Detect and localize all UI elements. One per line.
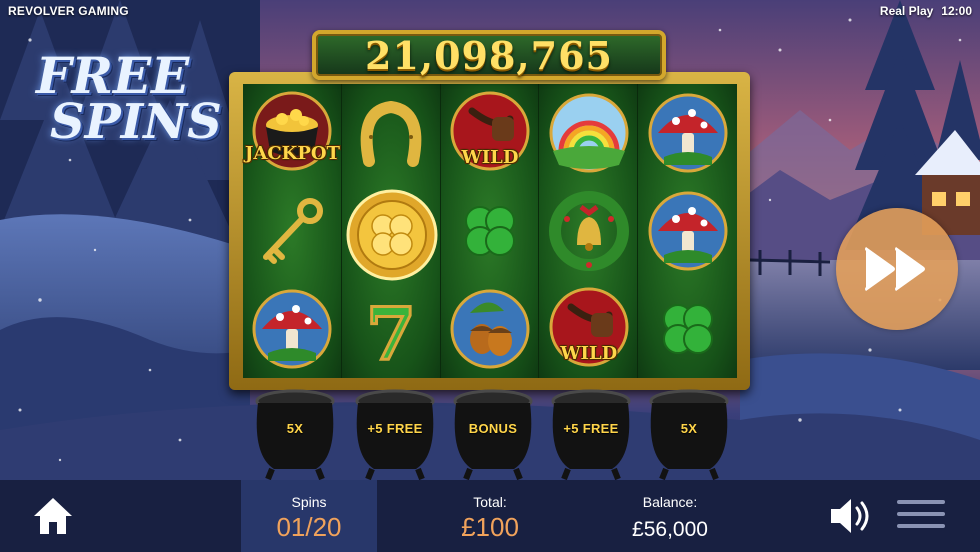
logo-line-2: SPINS <box>50 93 222 150</box>
reel-5 <box>638 84 737 378</box>
rainbow-icon <box>539 84 638 182</box>
horseshoe-icon <box>342 84 441 182</box>
speaker-icon <box>831 499 869 533</box>
reel-4: WILD <box>539 84 639 378</box>
cauldron-5[interactable]: 5X <box>644 385 734 481</box>
pipe-icon: WILD <box>441 84 540 182</box>
fast-forward-button[interactable] <box>836 208 958 330</box>
free-spins-logo: FREE SPINS <box>14 46 222 150</box>
menu-button[interactable] <box>897 500 945 534</box>
balance: Balance: £56,000 <box>600 480 740 552</box>
pipe-icon: WILD <box>539 280 638 378</box>
home-button[interactable] <box>32 496 74 536</box>
balance-value: £56,000 <box>632 518 708 541</box>
reel-grid: JACKPOT 7 WILD WILD <box>243 84 737 378</box>
green-seven-icon: 7 <box>342 280 441 378</box>
seven-glyph: 7 <box>366 291 416 371</box>
play-mode-label: Real Play <box>879 4 934 18</box>
red-mushroom-icon <box>638 182 737 280</box>
brand-label: REVOLVER GAMING <box>8 4 129 18</box>
fast-forward-icon <box>865 247 925 291</box>
reel-3: WILD <box>440 84 540 378</box>
gold-clover-coin-icon <box>345 188 439 282</box>
pot-of-gold-icon: JACKPOT <box>243 84 342 182</box>
cauldron-4[interactable]: +5 FREE <box>546 385 636 481</box>
cauldron-row: 5X +5 FREE BONUS +5 FREE 5X <box>245 385 735 485</box>
total-value: £100 <box>461 512 519 542</box>
bell-wreath-icon <box>539 182 638 280</box>
golden-key-icon <box>243 182 342 280</box>
reel-1: JACKPOT <box>243 84 342 378</box>
spins-value: 01/20 <box>276 512 342 542</box>
total-win: Total: £100 <box>420 480 560 552</box>
home-icon <box>34 498 72 534</box>
spins-counter: Spins 01/20 <box>241 480 377 552</box>
spins-label: Spins <box>291 494 327 510</box>
cauldron-2[interactable]: +5 FREE <box>350 385 440 481</box>
wild-label: WILD <box>461 147 519 168</box>
cauldron-label: +5 FREE <box>367 421 423 436</box>
balance-label: Balance: <box>642 494 698 510</box>
clock: 12:00 <box>941 4 972 18</box>
cauldron-label: 5X <box>286 421 304 436</box>
red-mushroom-icon <box>638 84 737 182</box>
jackpot-label: JACKPOT <box>244 143 340 164</box>
cauldron-1[interactable]: 5X <box>250 385 340 481</box>
four-leaf-clover-icon <box>441 182 540 280</box>
win-amount: 21,098,765 <box>365 32 613 78</box>
win-counter: 21,098,765 <box>312 30 666 80</box>
logo-line-1: FREE <box>36 46 190 105</box>
total-label: Total: <box>473 494 507 510</box>
wild-label: WILD <box>560 343 618 364</box>
acorns-icon <box>441 280 540 378</box>
cauldron-label: 5X <box>680 421 698 436</box>
red-mushroom-icon <box>243 280 342 378</box>
cauldron-label: +5 FREE <box>563 421 619 436</box>
sound-button[interactable] <box>829 496 875 536</box>
cauldron-label: BONUS <box>468 421 518 436</box>
four-leaf-clover-icon <box>638 280 737 378</box>
reel-2: 7 <box>341 84 441 378</box>
status-area: Real Play 12:00 <box>880 4 972 18</box>
cauldron-3[interactable]: BONUS <box>448 385 538 481</box>
hamburger-icon <box>897 500 945 528</box>
